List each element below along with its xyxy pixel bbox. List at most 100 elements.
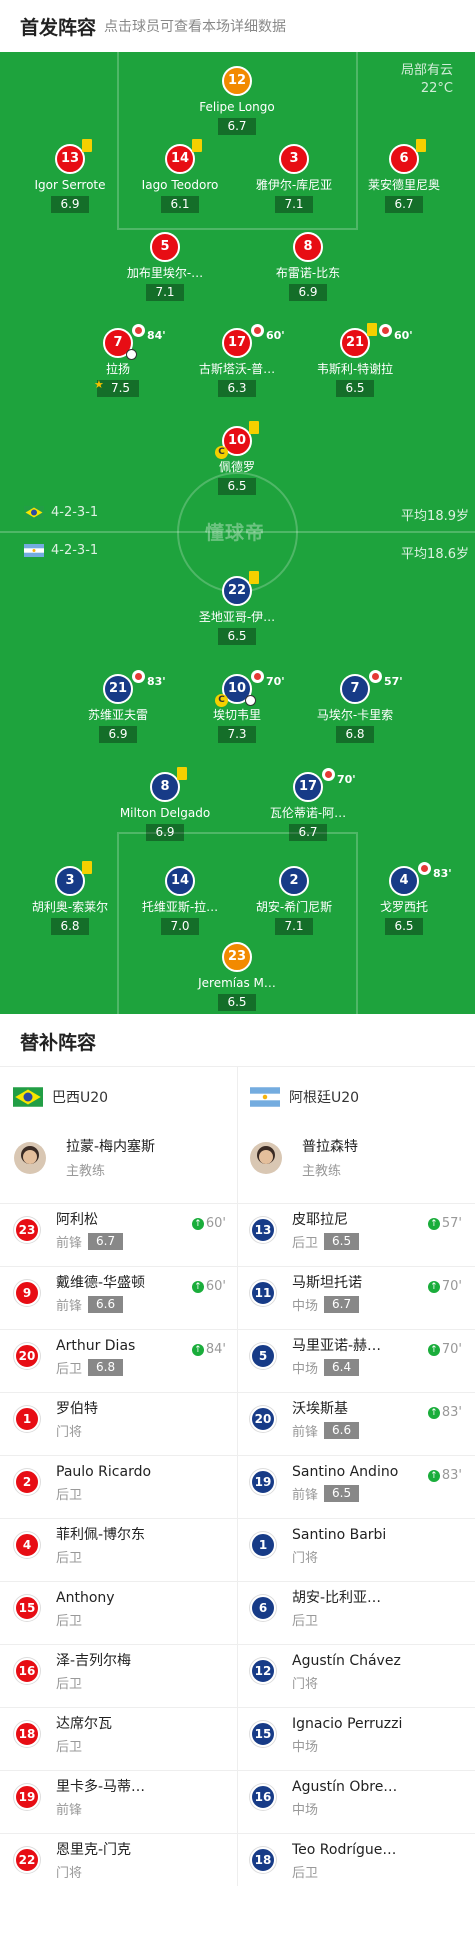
player-number: 13	[55, 139, 92, 174]
sub-in-minute: 84'	[205, 1342, 226, 1357]
sub-player-home-2[interactable]: 2 Paulo Ricardo 后卫	[14, 1462, 226, 1503]
weather: 局部有云 22°C	[401, 62, 453, 98]
player-number: 7 84'	[103, 324, 166, 360]
sub-player-home-4[interactable]: 4 菲利佩-博尔东 后卫	[14, 1525, 226, 1566]
sub-in-minute: 60'	[205, 1216, 226, 1231]
player-home-10[interactable]: 10 C 佩德罗 6.5	[182, 421, 292, 495]
sub-player-away-16[interactable]: 16 Agustín Obre… 中场	[250, 1777, 462, 1818]
sub-player-home-16[interactable]: 16 泽-吉列尔梅 后卫	[14, 1651, 226, 1692]
player-rating-wrap: 6.7	[182, 115, 292, 135]
sub-in-arrow-icon: ↑	[427, 1343, 440, 1356]
player-home-7[interactable]: 7 84' 拉扬 ★ 7.5	[63, 324, 173, 397]
sub-out-minute: 57'	[384, 675, 403, 688]
player-away-22[interactable]: 22 圣地亚哥-伊… 6.5	[182, 571, 292, 645]
sub-player-away-13[interactable]: 13 皮耶拉尼 后卫 6.5 ↑ 57'	[250, 1210, 462, 1251]
away-coach[interactable]: 普拉森特 主教练	[250, 1136, 358, 1179]
player-away-14[interactable]: 14 托维亚斯-拉… 7.0	[125, 866, 235, 935]
sub-player-info: 里卡多-马蒂… 前锋	[56, 1777, 206, 1818]
sub-player-position-row: 后卫	[56, 1673, 206, 1692]
captain-icon: C	[215, 694, 228, 707]
player-away-3[interactable]: 3 胡利奥-索莱尔 6.8	[15, 861, 125, 935]
player-rating: 6.1	[161, 196, 199, 213]
home-coach[interactable]: 拉蒙-梅内塞斯 主教练	[14, 1136, 155, 1179]
yellow-card-icon	[367, 323, 377, 336]
player-name: 布雷诺-比东	[275, 266, 341, 280]
row-divider	[0, 1518, 237, 1519]
sub-player-name: 恩里克-门克	[56, 1842, 132, 1858]
player-name: 托维亚斯-拉…	[141, 900, 219, 914]
sub-player-home-1[interactable]: 1 罗伯特 门将	[14, 1399, 226, 1440]
player-name: 雅伊尔-库尼亚	[255, 178, 333, 192]
player-home-21[interactable]: 21 60' 韦斯利-特谢拉 6.5	[300, 323, 413, 397]
sub-player-away-1[interactable]: 1 Santino Barbi 门将	[250, 1525, 462, 1566]
player-rating-wrap: 7.1	[239, 193, 349, 213]
sub-player-info: 马斯坦托诺 中场 6.7	[292, 1273, 442, 1314]
player-away-23[interactable]: 23 Jeremías M… 6.5	[182, 942, 292, 1011]
player-home-17[interactable]: 17 60' 古斯塔沃-普… 6.3	[182, 324, 292, 397]
row-divider	[0, 1455, 237, 1456]
sub-player-home-19[interactable]: 19 里卡多-马蒂… 前锋	[14, 1777, 226, 1818]
sub-player-home-23[interactable]: 23 阿利松 前锋 6.7 ↑ 60'	[14, 1210, 226, 1251]
sub-player-position: 门将	[56, 1425, 83, 1440]
player-away-10[interactable]: 10 C 70' 埃切韦里 7.3	[182, 670, 292, 743]
sub-in-arrow-icon: ↑	[427, 1469, 440, 1482]
sub-player-away-15[interactable]: 15 Ignacio Perruzzi 中场	[250, 1714, 462, 1755]
player-name: Milton Delgado	[119, 806, 211, 820]
sub-player-away-19[interactable]: 19 Santino Andino 前锋 6.5 ↑ 83'	[250, 1462, 462, 1503]
sub-in-arrow-icon: ↑	[427, 1217, 440, 1230]
player-number: 3	[279, 144, 309, 174]
sub-player-position: 中场	[292, 1299, 319, 1314]
player-away-2[interactable]: 2 胡安-希门尼斯 7.1	[239, 866, 349, 935]
sub-in-minute: 70'	[441, 1279, 462, 1294]
sub-player-away-20[interactable]: 20 沃埃斯基 前锋 6.6 ↑ 83'	[250, 1399, 462, 1440]
player-away-7[interactable]: 7 57' 马埃尔-卡里索 6.8	[300, 670, 410, 743]
player-rating: 6.8	[336, 726, 374, 743]
player-home-8[interactable]: 8 布雷诺-比东 6.9	[253, 232, 363, 301]
sub-player-home-20[interactable]: 20 Arthur Dias 后卫 6.8 ↑ 84'	[14, 1336, 226, 1377]
player-rating: 7.1	[146, 284, 184, 301]
player-home-3[interactable]: 3 雅伊尔-库尼亚 7.1	[239, 144, 349, 213]
yellow-card-icon	[82, 139, 92, 152]
sub-player-away-11[interactable]: 11 马斯坦托诺 中场 6.7 ↑ 70'	[250, 1273, 462, 1314]
sub-player-info: 沃埃斯基 前锋 6.6	[292, 1399, 442, 1440]
player-number: 21 83'	[103, 670, 166, 704]
row-divider	[238, 1770, 475, 1771]
player-home-12[interactable]: 12 Felipe Longo 6.7	[182, 66, 292, 135]
sub-player-number: 5	[250, 1343, 276, 1369]
player-name: 苏维亚夫雷	[87, 708, 148, 722]
sub-player-home-22[interactable]: 22 恩里克-门克 门将	[14, 1840, 226, 1881]
player-rating-wrap: 6.9	[110, 821, 220, 841]
sub-player-away-5[interactable]: 5 马里亚诺-赫… 中场 6.4 ↑ 70'	[250, 1336, 462, 1377]
sub-player-home-9[interactable]: 9 戴维德-华盛顿 前锋 6.6 ↑ 60'	[14, 1273, 226, 1314]
player-away-4[interactable]: 4 83' 戈罗西托 6.5	[349, 862, 459, 935]
sub-player-info: Arthur Dias 后卫 6.8	[56, 1336, 206, 1377]
sub-player-away-18[interactable]: 18 Teo Rodrígue… 后卫	[250, 1840, 462, 1881]
player-number: 8	[293, 232, 323, 262]
player-rating: 6.7	[218, 118, 256, 135]
sub-in-indicator: ↑ 57'	[427, 1216, 462, 1231]
sub-player-away-6[interactable]: 6 胡安-比利亚… 后卫	[250, 1588, 462, 1629]
home-formation-text: 4-2-3-1	[51, 505, 99, 520]
player-home-6[interactable]: 6 莱安德里尼奥 6.7	[349, 139, 459, 213]
sub-player-home-18[interactable]: 18 达席尔瓦 后卫	[14, 1714, 226, 1755]
row-divider	[238, 1644, 475, 1645]
sub-player-away-12[interactable]: 12 Agustín Chávez 门将	[250, 1651, 462, 1692]
sub-player-position-row: 中场 6.7	[292, 1295, 442, 1314]
sub-player-info: Agustín Chávez 门将	[292, 1651, 442, 1692]
sub-player-number: 18	[14, 1721, 40, 1747]
away-coach-role: 主教练	[302, 1164, 342, 1179]
sub-player-home-15[interactable]: 15 Anthony 后卫	[14, 1588, 226, 1629]
player-away-17[interactable]: 17 70' 瓦伦蒂诺-阿… 6.7	[253, 768, 363, 841]
player-rating-wrap: 6.9	[253, 281, 363, 301]
player-rating-wrap: 6.5	[182, 991, 292, 1011]
sub-player-position: 中场	[292, 1740, 319, 1755]
player-home-14[interactable]: 14 Iago Teodoro 6.1	[125, 139, 235, 213]
player-away-8[interactable]: 8 Milton Delgado 6.9	[110, 767, 220, 841]
player-rating: 6.7	[385, 196, 423, 213]
player-home-13[interactable]: 13 Igor Serrote 6.9	[15, 139, 125, 213]
sub-player-position: 后卫	[56, 1677, 83, 1692]
player-home-5[interactable]: 5 加布里埃尔-… 7.1	[110, 232, 220, 301]
sub-in-minute: 70'	[441, 1342, 462, 1357]
player-away-21[interactable]: 21 83' 苏维亚夫雷 6.9	[63, 670, 173, 743]
sub-player-position: 后卫	[292, 1236, 319, 1251]
